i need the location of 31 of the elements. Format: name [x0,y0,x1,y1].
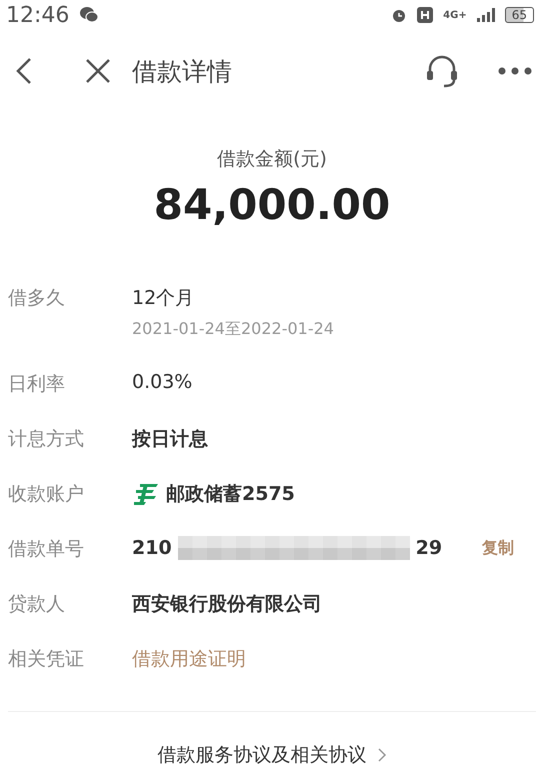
copy-button[interactable]: 复制 [482,538,514,558]
clock-time: 12:46 [6,2,70,28]
document-link[interactable]: 借款用途证明 [132,646,246,672]
row-label: 贷款人 [8,592,66,617]
chevron-icon [376,747,386,763]
row-value: 邮政储蓄2575 [166,482,295,507]
loan-amount: 84,000.00 [154,180,390,229]
row-label: 借款单号 [8,537,85,562]
signal-icon [476,8,495,22]
hd-icon [417,7,434,23]
row-label: 借多久 [8,286,66,311]
row-value: 12个月 [132,286,196,311]
date-range: 2021-01-24至2022-01-24 [132,319,334,340]
row-value: 0.03% [132,371,192,393]
row-value: 按日计息 [132,427,208,452]
alarm-icon [391,7,408,23]
chat-icon [79,6,100,24]
bank-logo-icon [132,482,160,506]
row-label: 收款账户 [8,482,85,507]
more-icon[interactable] [498,67,532,75]
network-type: 4G+ [443,10,467,20]
row-label: 相关凭证 [8,647,85,672]
page-title: 借款详情 [132,56,232,88]
battery-indicator: 65 [504,7,534,23]
amount-label: 借款金额(元) [217,147,327,172]
row-value: 西安银行股份有限公司 [132,592,322,617]
number-prefix: 210 [132,537,172,559]
row-label: 计息方式 [8,427,85,452]
agreement-link[interactable]: 借款服务协议及相关协议 [158,742,386,768]
row-label: 日利率 [8,372,66,397]
number-suffix: 29 [416,537,442,559]
